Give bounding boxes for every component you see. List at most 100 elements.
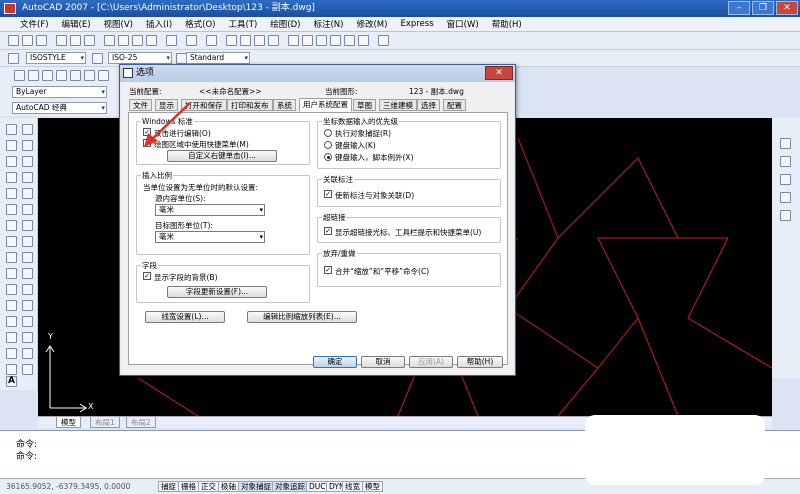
menu-view[interactable]: 视图(V) xyxy=(104,18,133,30)
send-under-icon[interactable] xyxy=(780,210,791,221)
tab-profiles[interactable]: 配置 xyxy=(443,99,466,111)
help-icon[interactable] xyxy=(378,35,389,46)
linear-dim-icon[interactable] xyxy=(14,70,25,81)
design-center-icon[interactable] xyxy=(302,35,313,46)
block-editor-icon[interactable] xyxy=(166,35,177,46)
mtext-icon[interactable]: A xyxy=(6,376,17,387)
open-icon[interactable] xyxy=(22,35,33,46)
copy-object-icon[interactable] xyxy=(22,140,33,151)
aligned-dim-icon[interactable] xyxy=(28,70,39,81)
tab-system[interactable]: 系统 xyxy=(273,99,296,111)
zoom-realtime-icon[interactable] xyxy=(240,35,251,46)
polygon-icon[interactable] xyxy=(6,172,17,183)
text-style-select[interactable]: ISOSTYLE xyxy=(26,52,86,64)
snap-toggle[interactable]: 捕捉 xyxy=(158,481,179,492)
running-osnap-radio[interactable] xyxy=(324,129,332,137)
angular-icon[interactable] xyxy=(98,70,109,81)
stretch-icon[interactable] xyxy=(22,252,33,263)
restore-icon[interactable]: ❐ xyxy=(752,1,774,15)
paste-icon[interactable] xyxy=(132,35,143,46)
table-style-select[interactable]: Standard xyxy=(186,52,250,64)
extend-icon[interactable] xyxy=(22,284,33,295)
diameter-icon[interactable] xyxy=(84,70,95,81)
tab-layout2[interactable]: 布局2 xyxy=(126,417,156,428)
insert-block-icon[interactable] xyxy=(6,300,17,311)
dialog-close-icon[interactable]: ✕ xyxy=(485,66,513,80)
tab-model[interactable]: 模型 xyxy=(56,417,81,428)
arc-icon[interactable] xyxy=(6,204,17,215)
layer-select[interactable]: ByLayer xyxy=(12,86,107,98)
osnap-toggle[interactable]: 对象捕捉 xyxy=(238,481,274,492)
close-icon[interactable]: ✕ xyxy=(776,1,798,15)
menu-modify[interactable]: 修改(M) xyxy=(356,18,387,30)
redo-icon[interactable] xyxy=(206,35,217,46)
menu-draw[interactable]: 绘图(D) xyxy=(270,18,300,30)
menu-file[interactable]: 文件(F) xyxy=(20,18,49,30)
bring-above-icon[interactable] xyxy=(780,192,791,203)
field-update-settings-button[interactable]: 字段更新设置(F)... xyxy=(167,286,267,298)
lineweight-toggle[interactable]: 线宽 xyxy=(342,481,363,492)
join-icon[interactable] xyxy=(22,316,33,327)
make-block-icon[interactable] xyxy=(6,316,17,327)
rectangle-icon[interactable] xyxy=(6,188,17,199)
tool-palettes-icon[interactable] xyxy=(316,35,327,46)
new-icon[interactable] xyxy=(8,35,19,46)
menu-help[interactable]: 帮助(H) xyxy=(492,18,522,30)
circle-icon[interactable] xyxy=(6,220,17,231)
tab-layout1[interactable]: 布局1 xyxy=(90,417,120,428)
dialog-title-bar[interactable]: 选项 ✕ xyxy=(120,65,515,82)
ellipse-icon[interactable] xyxy=(6,268,17,279)
tab-selection[interactable]: 选择 xyxy=(417,99,440,111)
properties-icon[interactable] xyxy=(288,35,299,46)
chamfer-icon[interactable] xyxy=(22,332,33,343)
preview-icon[interactable] xyxy=(70,35,81,46)
offset-icon[interactable] xyxy=(22,172,33,183)
command-prompt[interactable]: 命令: xyxy=(16,449,37,462)
minimize-icon[interactable]: – xyxy=(728,1,750,15)
tab-user-preferences[interactable]: 用户系统配置 xyxy=(299,98,352,112)
match-properties-icon[interactable] xyxy=(146,35,157,46)
calculator-icon[interactable] xyxy=(358,35,369,46)
ortho-toggle[interactable]: 正交 xyxy=(198,481,219,492)
region-icon[interactable] xyxy=(6,364,17,375)
mirror-icon[interactable] xyxy=(22,156,33,167)
keyboard-except-scripts-radio[interactable] xyxy=(324,153,332,161)
plot-icon[interactable] xyxy=(56,35,67,46)
send-back-icon[interactable] xyxy=(780,174,791,185)
publish-icon[interactable] xyxy=(84,35,95,46)
model-toggle[interactable]: 模型 xyxy=(362,481,383,492)
otrack-toggle[interactable]: 对象追踪 xyxy=(272,481,308,492)
menu-insert[interactable]: 插入(I) xyxy=(146,18,172,30)
markup-icon[interactable] xyxy=(344,35,355,46)
hyperlink-cursor-checkbox[interactable]: ✓ xyxy=(324,227,332,235)
polyline-icon[interactable] xyxy=(6,156,17,167)
tab-drafting[interactable]: 草图 xyxy=(353,99,376,111)
hatch-icon[interactable] xyxy=(6,348,17,359)
ellipse-arc-icon[interactable] xyxy=(6,284,17,295)
grid-toggle[interactable]: 栅格 xyxy=(178,481,199,492)
break-icon[interactable] xyxy=(22,300,33,311)
zoom-window-icon[interactable] xyxy=(254,35,265,46)
explode-icon[interactable] xyxy=(22,364,33,375)
menu-express[interactable]: Express xyxy=(400,19,433,29)
keyboard-entry-radio[interactable] xyxy=(324,141,332,149)
scale-icon[interactable] xyxy=(22,236,33,247)
sheet-set-icon[interactable] xyxy=(330,35,341,46)
line-icon[interactable] xyxy=(6,124,17,135)
move-icon[interactable] xyxy=(22,204,33,215)
arc-length-icon[interactable] xyxy=(42,70,53,81)
save-icon[interactable] xyxy=(36,35,47,46)
point-icon[interactable] xyxy=(6,332,17,343)
apply-button[interactable]: 应用(A) xyxy=(409,356,453,368)
combine-zoom-pan-checkbox[interactable]: ✓ xyxy=(324,266,332,274)
menu-format[interactable]: 格式(O) xyxy=(185,18,215,30)
zoom-previous-icon[interactable] xyxy=(268,35,279,46)
menu-tools[interactable]: 工具(T) xyxy=(228,18,257,30)
undo-icon[interactable] xyxy=(186,35,197,46)
fillet-icon[interactable] xyxy=(22,348,33,359)
spline-icon[interactable] xyxy=(6,252,17,263)
menu-dimension[interactable]: 标注(N) xyxy=(313,18,343,30)
menu-edit[interactable]: 编辑(E) xyxy=(62,18,91,30)
polar-toggle[interactable]: 极轴 xyxy=(218,481,239,492)
target-units-select[interactable]: 毫米 xyxy=(155,231,265,243)
